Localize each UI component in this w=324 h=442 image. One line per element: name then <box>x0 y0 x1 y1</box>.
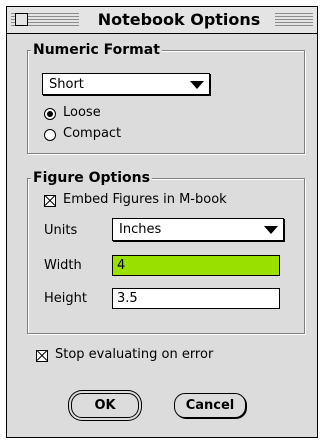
window-title: Notebook Options <box>83 10 275 29</box>
numeric-format-value: Short <box>49 77 84 92</box>
stop-on-error-checkbox[interactable] <box>36 350 48 362</box>
cancel-button[interactable]: Cancel <box>174 393 246 418</box>
embed-figures-label: Embed Figures in M-book <box>63 192 227 207</box>
compact-label: Compact <box>63 126 122 141</box>
dropdown-arrow-icon <box>190 81 204 89</box>
figure-options-label: Figure Options <box>31 170 152 186</box>
title-bar[interactable]: Notebook Options <box>7 7 317 34</box>
compact-radio[interactable] <box>44 129 56 141</box>
units-label: Units <box>44 223 78 238</box>
close-box[interactable] <box>15 13 28 26</box>
width-field[interactable]: 4 <box>112 255 280 276</box>
width-label: Width <box>44 258 82 273</box>
stop-on-error-label: Stop evaluating on error <box>55 347 214 362</box>
height-field[interactable]: 3.5 <box>112 288 280 309</box>
dropdown-arrow-icon <box>264 226 278 234</box>
numeric-format-popup[interactable]: Short <box>42 73 210 95</box>
numeric-format-label: Numeric Format <box>31 42 162 58</box>
height-label: Height <box>44 291 87 306</box>
units-popup[interactable]: Inches <box>112 218 284 241</box>
units-value: Inches <box>119 222 162 237</box>
title-stripes-right <box>275 13 313 26</box>
ok-button[interactable]: OK <box>71 393 139 418</box>
loose-label: Loose <box>63 105 101 120</box>
embed-figures-checkbox[interactable] <box>44 195 56 207</box>
loose-radio[interactable] <box>44 108 56 120</box>
